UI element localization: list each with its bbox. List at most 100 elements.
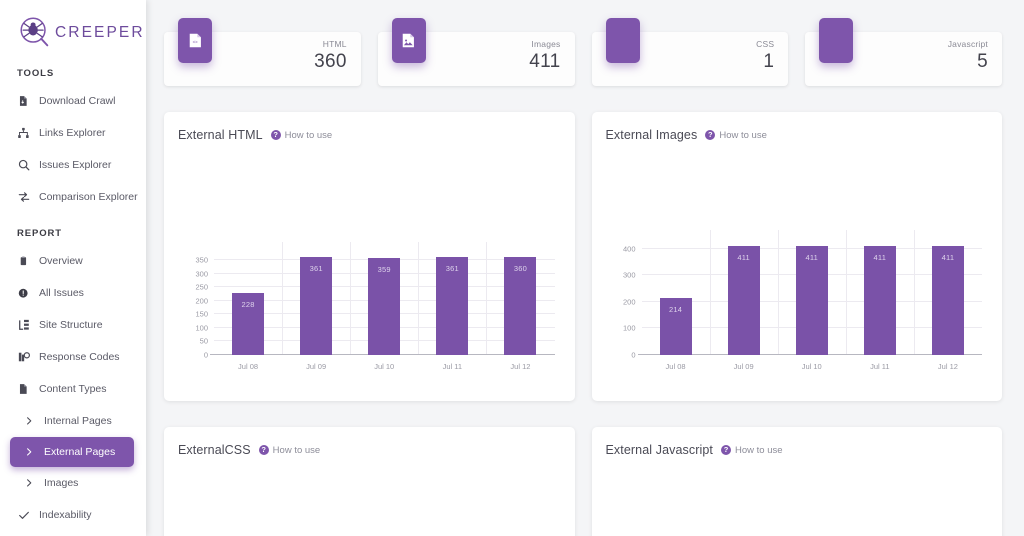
- chart-panel-row-bottom: ExternalCSS ? How to use External Javasc…: [164, 427, 1002, 536]
- report-section: REPORT Overview All Issues Site Structur…: [0, 228, 146, 531]
- x-axis-tick: Jul 11: [442, 362, 463, 371]
- y-axis-tick: 150: [195, 309, 208, 319]
- plot-area: 0 50 100 150 200 250 300 350 228 361 359 361 360: [195, 242, 555, 360]
- y-axis-tick: 200: [195, 296, 208, 306]
- how-to-use-link[interactable]: ? How to use: [270, 129, 333, 141]
- bar[interactable]: 411: [863, 245, 896, 355]
- y-axis-tick: 0: [203, 350, 208, 360]
- bar-value-label: 359: [377, 264, 391, 274]
- sidebar-item-images[interactable]: Images: [0, 467, 146, 499]
- bar-value-label: 361: [445, 264, 459, 274]
- panel-title: ExternalCSS: [178, 443, 251, 457]
- bar[interactable]: 411: [727, 245, 760, 355]
- stat-card-css[interactable]: CSS 1: [591, 18, 789, 86]
- stat-value: 1: [763, 51, 775, 72]
- sidebar-item-download-crawl[interactable]: Download Crawl: [0, 85, 146, 117]
- bar-slot: 359: [350, 252, 418, 355]
- response-codes-icon: [17, 351, 30, 364]
- bar-value-label: 361: [309, 264, 323, 274]
- bar[interactable]: 411: [795, 245, 828, 355]
- tools-section-label: TOOLS: [17, 68, 55, 79]
- plot-area: 0 100 200 300 400 214 411 411 411 411: [623, 230, 982, 360]
- help-circle-icon: ?: [258, 445, 269, 455]
- css-file-icon: [605, 18, 640, 63]
- bar[interactable]: 360: [504, 257, 537, 355]
- panel-external-images: External Images ? How to use 0 100 200 300 4…: [591, 112, 1002, 401]
- sidebar-item-comparison-explorer[interactable]: Comparison Explorer: [0, 181, 146, 213]
- sidebar-item-response-codes[interactable]: Response Codes: [0, 341, 146, 373]
- sidebar-item-site-structure[interactable]: Site Structure: [0, 309, 146, 341]
- bar-value-label: 411: [737, 252, 750, 262]
- x-axis-labels: Jul 08 Jul 09 Jul 10 Jul 11 Jul 12: [214, 362, 555, 371]
- report-nav-list: Overview All Issues Site Structure Respo…: [0, 245, 146, 531]
- y-axis-tick: 300: [622, 270, 636, 280]
- sidebar-item-overview[interactable]: Overview: [0, 245, 146, 277]
- js-file-icon: [819, 18, 854, 63]
- y-axis-tick: 250: [195, 282, 208, 292]
- brand-name: CREEPER: [55, 24, 145, 41]
- stat-card-images[interactable]: Images 411: [377, 18, 575, 86]
- bar-value-label: 411: [941, 252, 955, 262]
- bar-slot: 360: [486, 252, 554, 355]
- y-axis-tick: 200: [622, 297, 636, 307]
- x-axis-tick: Jul 12: [510, 362, 531, 371]
- bar-slot: 361: [282, 252, 350, 355]
- bar[interactable]: 411: [931, 245, 964, 355]
- x-axis-tick: Jul 12: [937, 362, 958, 371]
- panel-external-css: ExternalCSS ? How to use: [164, 427, 575, 536]
- x-axis-tick: Jul 08: [665, 362, 686, 371]
- chevron-right-icon: [24, 446, 35, 459]
- document-icon: [17, 383, 30, 396]
- panel-header: External HTML ? How to use: [178, 128, 561, 142]
- stat-label: Images: [531, 39, 561, 49]
- sidebar-item-label: Issues Explorer: [39, 159, 112, 171]
- bar[interactable]: 361: [300, 257, 333, 355]
- bar-value-label: 411: [805, 252, 819, 262]
- bar[interactable]: 361: [436, 257, 469, 355]
- sidebar-item-all-issues[interactable]: All Issues: [0, 277, 146, 309]
- help-circle-icon: ?: [705, 130, 716, 140]
- bar-slot: 228: [214, 252, 282, 355]
- x-axis-labels: Jul 08 Jul 09 Jul 10 Jul 11 Jul 12: [642, 362, 983, 371]
- tools-nav-list: Download Crawl Links Explorer Issues Exp…: [0, 85, 146, 213]
- chart-panel-row-top: External HTML ? How to use 0 50 100 150 200 2…: [164, 112, 1002, 401]
- panel-title: External Javascript: [605, 443, 713, 457]
- bar-slot: 411: [914, 240, 982, 355]
- sidebar-item-content-types[interactable]: Content Types: [0, 373, 146, 405]
- panel-header: External Images ? How to use: [606, 128, 989, 142]
- sidebar-item-indexability[interactable]: Indexability: [0, 499, 146, 531]
- chevron-right-icon: [24, 415, 35, 428]
- links-icon: [17, 127, 30, 140]
- stat-label: Javascript: [947, 39, 988, 49]
- sidebar-item-external-pages[interactable]: External Pages: [10, 437, 134, 467]
- sidebar-item-links-explorer[interactable]: Links Explorer: [0, 117, 146, 149]
- how-to-use-link[interactable]: ? How to use: [258, 445, 320, 456]
- bar[interactable]: 359: [368, 257, 401, 355]
- panel-header: ExternalCSS ? How to use: [178, 443, 561, 457]
- main-content: <> HTML 360 Images 411 CSS 1 Javascript …: [146, 0, 1024, 536]
- stat-value: 360: [314, 51, 347, 72]
- stats-row: <> HTML 360 Images 411 CSS 1 Javascript …: [164, 10, 1002, 86]
- help-circle-icon: ?: [270, 130, 281, 140]
- bar-slot: 214: [642, 240, 710, 355]
- how-to-use-label: How to use: [284, 129, 333, 141]
- panel-external-javascript: External Javascript ? How to use: [591, 427, 1002, 536]
- how-to-use-link[interactable]: ? How to use: [721, 445, 783, 456]
- x-axis-tick: Jul 10: [801, 362, 822, 371]
- bar-slot: 411: [778, 240, 846, 355]
- panel-title: External HTML: [178, 128, 263, 142]
- how-to-use-link[interactable]: ? How to use: [705, 130, 767, 141]
- bar[interactable]: 214: [659, 298, 692, 355]
- stat-value: 411: [529, 51, 561, 72]
- stat-card-html[interactable]: <> HTML 360: [164, 18, 361, 86]
- image-file-icon: [391, 18, 426, 63]
- sidebar-item-label: Overview: [39, 255, 83, 267]
- sidebar-item-internal-pages[interactable]: Internal Pages: [0, 405, 146, 437]
- y-axis-tick: 100: [622, 323, 636, 333]
- sidebar-item-label: Images: [44, 477, 79, 489]
- stat-card-javascript[interactable]: Javascript 5: [805, 18, 1002, 86]
- bar[interactable]: 228: [232, 293, 265, 355]
- sidebar-item-issues-explorer[interactable]: Issues Explorer: [0, 149, 146, 181]
- panel-title: External Images: [605, 128, 698, 142]
- brand-logo[interactable]: CREEPER: [0, 0, 146, 52]
